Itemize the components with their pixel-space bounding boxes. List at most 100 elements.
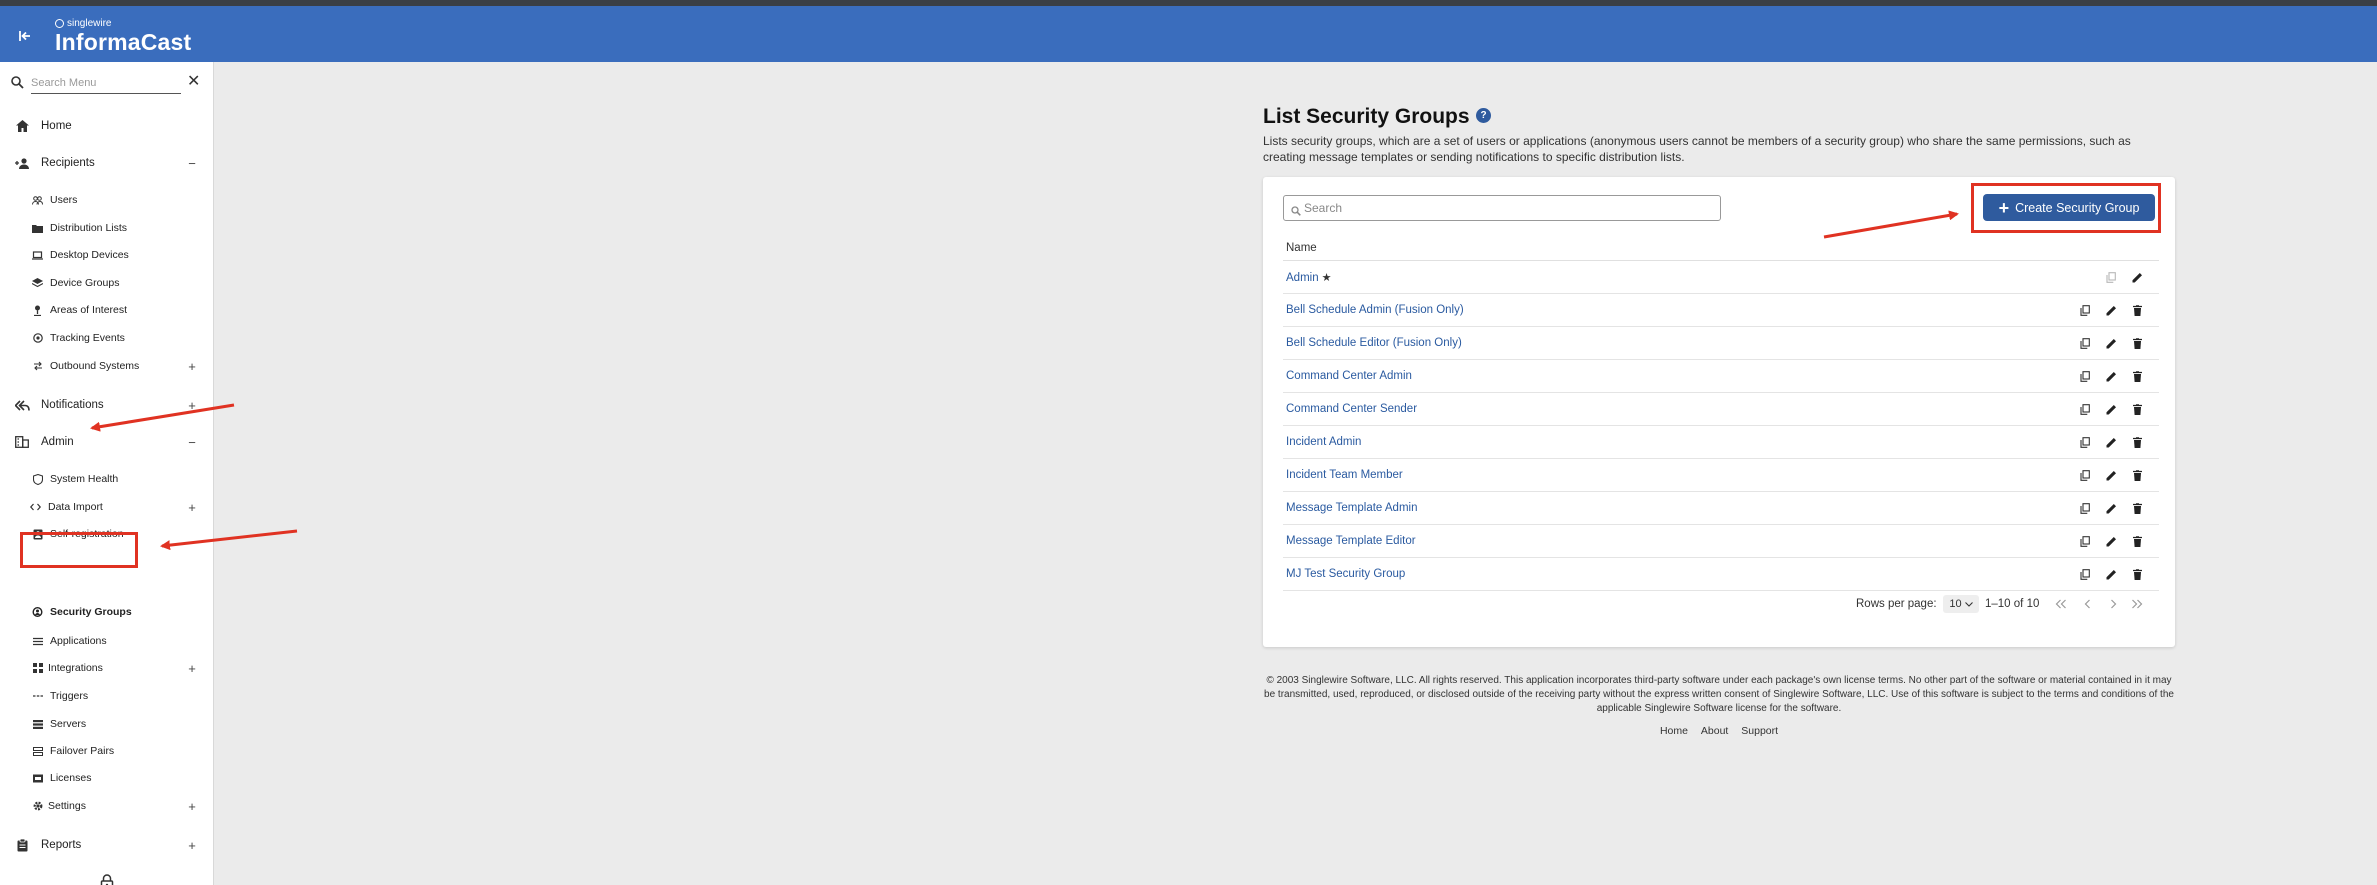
dashes-icon (32, 691, 43, 702)
footer-link-home[interactable]: Home (1660, 725, 1688, 737)
sidebar-item-label: Users (50, 194, 78, 206)
close-icon[interactable]: ✕ (187, 74, 200, 90)
security-groups-icon (32, 607, 43, 618)
menu-search-input[interactable] (31, 72, 181, 94)
sidebar-item-areas-of-interest[interactable]: Areas of Interest (0, 298, 214, 322)
target-icon (32, 333, 43, 344)
people-icon (32, 195, 43, 206)
sidebar-item-label: Areas of Interest (50, 304, 128, 316)
sidebar-item-label: Settings (48, 800, 86, 812)
collapse-toggle[interactable]: − (186, 435, 198, 450)
server-icon (32, 719, 43, 730)
footer-links: Home About Support (1263, 725, 2175, 737)
sidebar-item-label: Integrations (48, 662, 103, 674)
footer-link-about[interactable]: About (1701, 725, 1728, 737)
sidebar-item-distribution-lists[interactable]: Distribution Lists (0, 216, 214, 240)
product-name: InformaCast (55, 29, 192, 55)
person-pin-icon (32, 305, 43, 316)
person-add-icon (14, 155, 30, 171)
page-title: List Security Groups (1263, 105, 1470, 128)
rows-per-page-select[interactable]: 10 (1943, 595, 1979, 613)
sidebar-item-notifications[interactable]: Notifications + (0, 393, 214, 417)
sidebar-item-device-groups[interactable]: Device Groups (0, 271, 214, 295)
singlewire-logo-icon (55, 19, 64, 28)
swap-icon (32, 361, 43, 372)
sidebar-item-home[interactable]: Home (0, 114, 214, 138)
app-logo[interactable]: singlewire InformaCast (55, 18, 191, 56)
sidebar-item-servers[interactable]: Servers (0, 712, 214, 736)
previous-page-icon[interactable] (2079, 596, 2095, 612)
expand-toggle[interactable]: + (186, 398, 198, 413)
sidebar-item-label: Distribution Lists (50, 222, 128, 234)
sidebar-item-label: Reports (41, 839, 82, 851)
sidebar-item-data-import[interactable]: Data Import + (0, 495, 214, 519)
sidebar-item-label: Triggers (50, 690, 89, 702)
sidebar-item-recipients[interactable]: Recipients − (0, 151, 214, 175)
collapse-sidebar-icon[interactable] (18, 29, 36, 47)
sidebar-item-integrations[interactable]: Integrations + (0, 656, 214, 680)
license-icon (32, 773, 43, 784)
sidebar-item-system-health[interactable]: System Health (0, 467, 214, 491)
sidebar-item-label: Failover Pairs (50, 745, 115, 757)
clipboard-icon (14, 837, 30, 853)
reply-all-icon (14, 397, 30, 413)
last-page-icon[interactable] (2129, 596, 2145, 612)
sidebar-item-reports[interactable]: Reports + (0, 833, 214, 857)
sidebar-item-label: Notifications (41, 399, 104, 411)
sidebar-item-label: Recipients (41, 157, 95, 169)
sidebar-item-desktop-devices[interactable]: Desktop Devices (0, 243, 214, 267)
pagination-range: 1–10 of 10 (1985, 598, 2040, 610)
sidebar-item-label: Security Groups (50, 606, 132, 618)
building-icon (14, 434, 30, 450)
sidebar-item-tracking-events[interactable]: Tracking Events (0, 326, 214, 350)
pagination: Rows per page: 10 1–10 of 10 (1263, 595, 2175, 615)
sidebar-item-label: Licenses (50, 772, 92, 784)
sidebar-item-licenses[interactable]: Licenses (0, 766, 214, 790)
sidebar-item-triggers[interactable]: Triggers (0, 684, 214, 708)
search-icon (11, 76, 24, 94)
annotation-highlight-box (20, 532, 138, 568)
sidebar-item-outbound-systems[interactable]: Outbound Systems + (0, 354, 214, 378)
expand-toggle[interactable]: + (186, 359, 198, 374)
sidebar-item-users[interactable]: Users (0, 188, 214, 212)
sidebar-item-label: Admin (41, 436, 74, 448)
sidebar-item-label: Outbound Systems (50, 360, 140, 372)
sidebar-item-label: Applications (50, 635, 107, 647)
layers-icon (32, 278, 43, 289)
brand-name: singlewire (67, 18, 112, 29)
sidebar-item-label: Data Import (48, 501, 103, 513)
sidebar-item-security-groups[interactable]: Security Groups (0, 600, 214, 624)
page-description: Lists security groups, which are a set o… (1263, 134, 2131, 164)
lock-icon[interactable] (100, 874, 114, 885)
pairs-icon (32, 746, 43, 757)
menu-search: ✕ (0, 68, 214, 98)
sidebar-item-label: Home (41, 120, 72, 132)
expand-toggle[interactable]: + (186, 799, 198, 814)
code-icon (30, 502, 41, 513)
first-page-icon[interactable] (2053, 596, 2069, 612)
rows-per-page-label: Rows per page: (1856, 598, 1937, 610)
sidebar-item-label: System Health (50, 473, 119, 485)
footer-link-support[interactable]: Support (1741, 725, 1778, 737)
next-page-icon[interactable] (2105, 596, 2121, 612)
sidebar: ✕ Home Recipients − Users Distribution L… (0, 62, 214, 885)
sidebar-item-settings[interactable]: Settings + (0, 794, 214, 818)
sidebar-item-label: Tracking Events (50, 332, 125, 344)
expand-toggle[interactable]: + (186, 500, 198, 515)
app-header: singlewire InformaCast (0, 6, 2377, 62)
sidebar-item-applications[interactable]: Applications (0, 629, 214, 653)
sidebar-item-failover-pairs[interactable]: Failover Pairs (0, 739, 214, 763)
collapse-toggle[interactable]: − (186, 156, 198, 171)
pagination-wrapper: Rows per page: 10 1–10 of 10 (1263, 177, 2175, 647)
home-icon (14, 118, 30, 134)
laptop-icon (32, 250, 43, 261)
gear-icon (32, 801, 43, 812)
sidebar-item-label: Device Groups (50, 277, 120, 289)
sidebar-item-admin[interactable]: Admin − (0, 430, 214, 454)
expand-toggle[interactable]: + (186, 661, 198, 676)
list-icon (32, 636, 43, 647)
expand-toggle[interactable]: + (186, 838, 198, 853)
chevron-down-icon (1964, 598, 1973, 610)
help-icon[interactable]: ? (1476, 108, 1491, 123)
sidebar-item-label: Desktop Devices (50, 249, 129, 261)
